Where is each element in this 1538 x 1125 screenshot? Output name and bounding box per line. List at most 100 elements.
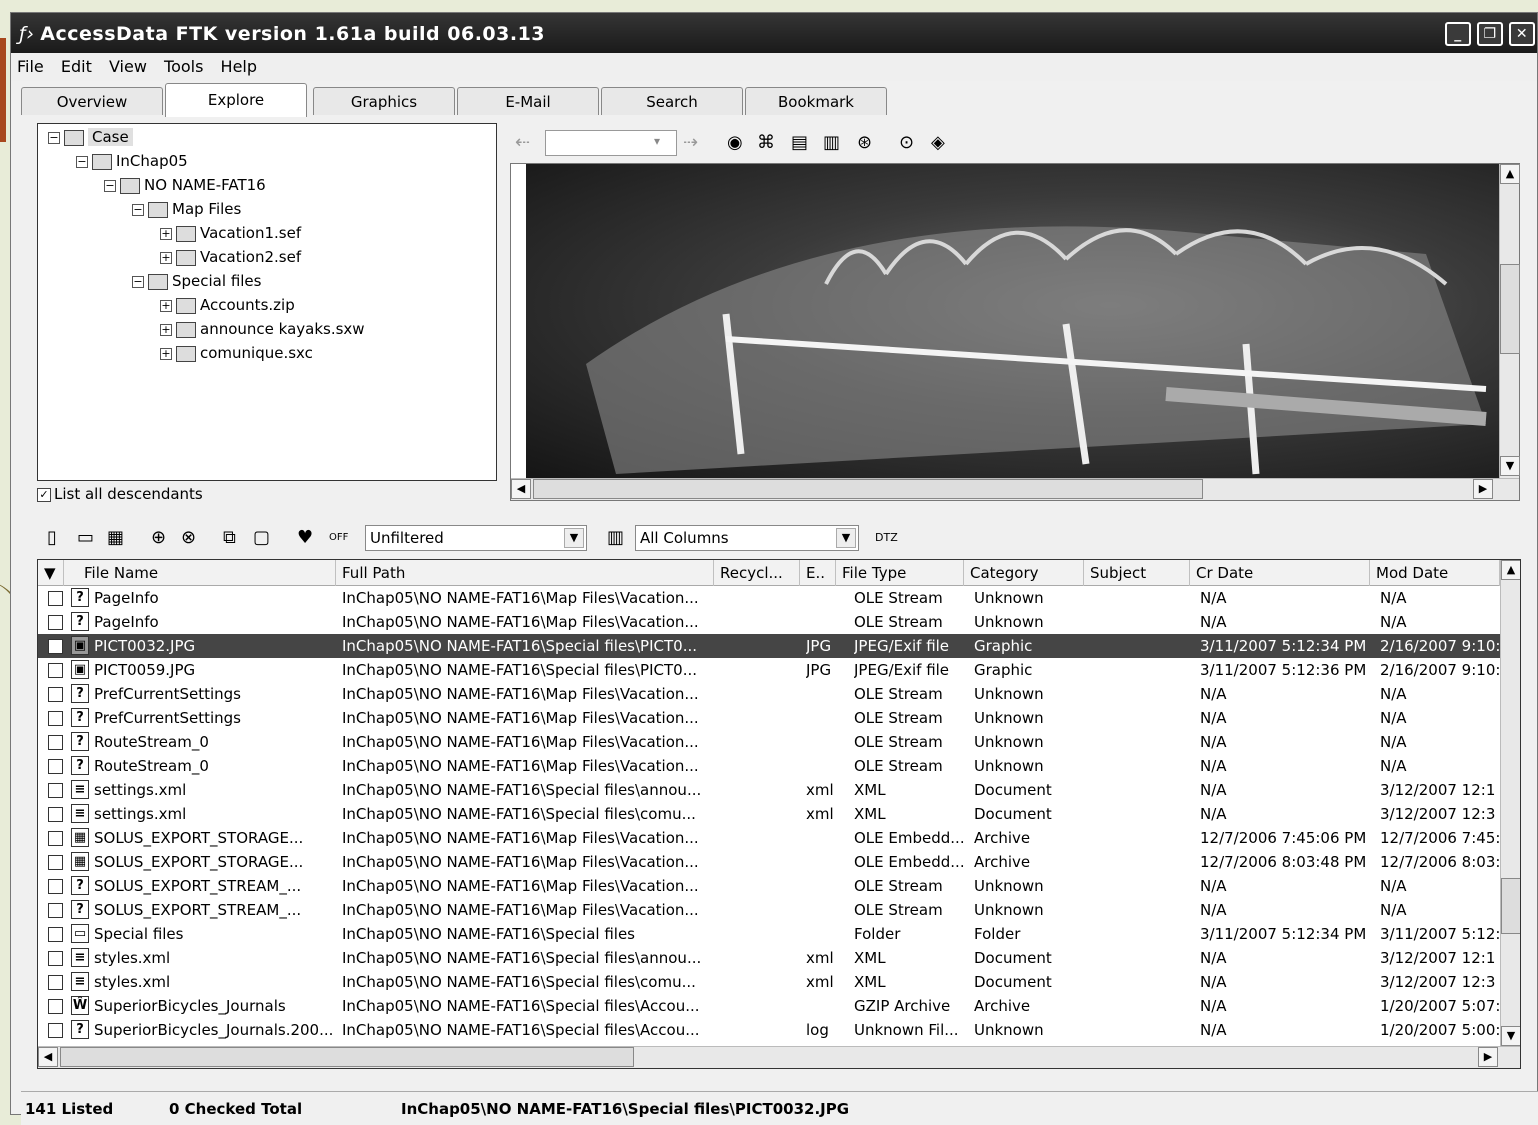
menu-help[interactable]: Help: [215, 53, 263, 76]
expand-icon[interactable]: +: [160, 323, 172, 336]
scroll-up-icon[interactable]: ▲: [1501, 560, 1520, 580]
binoculars-icon[interactable]: ◉: [727, 130, 743, 156]
table-row[interactable]: ≡ styles.xml InChap05\NO NAME-FAT16\Specia…: [38, 946, 1500, 970]
expand-icon[interactable]: +: [160, 227, 172, 240]
tree-node[interactable]: − Special files: [132, 270, 261, 292]
scroll-down-icon[interactable]: ▼: [1500, 456, 1520, 476]
scroll-up-icon[interactable]: ▲: [1500, 164, 1520, 184]
scroll-thumb[interactable]: [1500, 264, 1520, 354]
col-header-file-type[interactable]: File Type: [836, 560, 964, 586]
row-checkbox[interactable]: [48, 1023, 63, 1038]
row-checkbox[interactable]: [48, 879, 63, 894]
tree-node[interactable]: + comunique.sxc: [160, 342, 313, 364]
collapse-icon[interactable]: −: [132, 203, 144, 216]
table-row[interactable]: ? SuperiorBicycles_Journals.200... InChap0…: [38, 1018, 1500, 1042]
tree-node[interactable]: + Vacation1.sef: [160, 222, 301, 244]
table-row[interactable]: ≡ styles.xml InChap05\NO NAME-FAT16\Specia…: [38, 970, 1500, 994]
row-checkbox[interactable]: [48, 663, 63, 678]
column-settings-icon[interactable]: ▥: [607, 525, 624, 551]
check-all-icon[interactable]: ⊕: [151, 525, 166, 551]
row-checkbox[interactable]: [48, 903, 63, 918]
row-checkbox[interactable]: [48, 687, 63, 702]
collapse-icon[interactable]: −: [76, 155, 88, 168]
tree-node[interactable]: − Map Files: [132, 198, 241, 220]
dtz-label[interactable]: DTZ: [875, 525, 898, 551]
filter-icon[interactable]: ♥: [297, 525, 313, 551]
scroll-down-icon[interactable]: ▼: [1501, 1026, 1520, 1046]
row-checkbox[interactable]: [48, 735, 63, 750]
chevron-down-icon[interactable]: ▼: [836, 528, 856, 548]
tree-node-label[interactable]: Vacation2.sef: [200, 248, 301, 266]
list-view-medium-icon[interactable]: ▭: [77, 525, 94, 551]
table-row[interactable]: ▦ SOLUS_EXPORT_STORAGE... InChap05\NO NAME…: [38, 826, 1500, 850]
tree-node-label[interactable]: Map Files: [172, 200, 241, 218]
list-view-large-icon[interactable]: ▦: [107, 525, 124, 551]
forward-icon[interactable]: ⇢: [683, 130, 698, 156]
viewer-history-combo[interactable]: ▾: [545, 130, 677, 156]
row-checkbox[interactable]: [48, 975, 63, 990]
export-icon[interactable]: ▢: [253, 525, 270, 551]
tree-node[interactable]: − InChap05: [76, 150, 188, 172]
tree-node[interactable]: − Case: [48, 126, 133, 148]
text-view-icon[interactable]: ▤: [791, 130, 808, 156]
table-row[interactable]: ≡ settings.xml InChap05\NO NAME-FAT16\Spec…: [38, 802, 1500, 826]
columns-select[interactable]: All Columns ▼: [635, 525, 859, 551]
scroll-thumb[interactable]: [1501, 878, 1520, 934]
table-row[interactable]: ? SOLUS_EXPORT_STREAM_... InChap05\NO NAME…: [38, 874, 1500, 898]
checkbox-check-icon[interactable]: ✓: [37, 487, 51, 502]
table-row[interactable]: ▣ PICT0059.JPG InChap05\NO NAME-FAT16\Spec…: [38, 658, 1500, 682]
col-header-full-path[interactable]: Full Path: [336, 560, 714, 586]
scroll-left-icon[interactable]: ◀: [38, 1047, 58, 1067]
uncheck-all-icon[interactable]: ⊗: [181, 525, 196, 551]
row-checkbox[interactable]: [48, 855, 63, 870]
viewer-vertical-scrollbar[interactable]: ▲ ▼: [1499, 164, 1520, 478]
back-icon[interactable]: ⇠: [515, 130, 530, 156]
viewer-horizontal-scrollbar[interactable]: ◀ ▶: [511, 478, 1519, 500]
tree-node[interactable]: + Accounts.zip: [160, 294, 295, 316]
tree-node-label[interactable]: Accounts.zip: [200, 296, 295, 314]
col-header-ext[interactable]: E..: [800, 560, 836, 586]
table-row[interactable]: ? PrefCurrentSettings InChap05\NO NAME-FAT…: [38, 706, 1500, 730]
row-checkbox[interactable]: [48, 927, 63, 942]
table-row[interactable]: ? SOLUS_EXPORT_STREAM_... InChap05\NO NAME…: [38, 898, 1500, 922]
expand-icon[interactable]: +: [160, 299, 172, 312]
menu-file[interactable]: File: [11, 53, 50, 76]
scroll-right-icon[interactable]: ▶: [1473, 479, 1493, 499]
grid-horizontal-scrollbar[interactable]: ◀ ▶: [38, 1046, 1520, 1068]
native-view-icon[interactable]: ◈: [931, 130, 945, 156]
table-row[interactable]: ▦ SOLUS_EXPORT_STORAGE... InChap05\NO NAME…: [38, 850, 1500, 874]
table-row[interactable]: ? RouteStream_0 InChap05\NO NAME-FAT16\Map…: [38, 730, 1500, 754]
close-icon[interactable]: ✕: [1509, 22, 1535, 46]
tree-node[interactable]: − NO NAME-FAT16: [104, 174, 266, 196]
tree-node-label[interactable]: Vacation1.sef: [200, 224, 301, 242]
col-header-cr-date[interactable]: Cr Date: [1190, 560, 1370, 586]
tree-node-label[interactable]: NO NAME-FAT16: [144, 176, 266, 194]
tab-email[interactable]: E-Mail: [457, 87, 599, 115]
table-row[interactable]: Ŵ SuperiorBicycles_Journals InChap05\NO NA…: [38, 994, 1500, 1018]
filter-select[interactable]: Unfiltered ▼: [365, 525, 587, 551]
table-row[interactable]: ? PageInfo InChap05\NO NAME-FAT16\Map File…: [38, 610, 1500, 634]
table-row[interactable]: ▭ Special files InChap05\NO NAME-FAT16\Spe…: [38, 922, 1500, 946]
filtered-view-icon[interactable]: ⊛: [857, 130, 872, 156]
scroll-left-icon[interactable]: ◀: [511, 479, 531, 499]
row-checkbox[interactable]: [48, 615, 63, 630]
row-checkbox[interactable]: [48, 639, 63, 654]
list-view-small-icon[interactable]: ▯: [47, 525, 57, 551]
tab-bookmark[interactable]: Bookmark: [745, 87, 887, 115]
tree-node-label[interactable]: InChap05: [116, 152, 188, 170]
minimize-icon[interactable]: _: [1445, 22, 1471, 46]
table-row[interactable]: ? RouteStream_0 InChap05\NO NAME-FAT16\Map…: [38, 754, 1500, 778]
tree-node[interactable]: + announce kayaks.sxw: [160, 318, 365, 340]
tab-overview[interactable]: Overview: [21, 87, 163, 115]
hex-view-icon[interactable]: ▥: [823, 130, 840, 156]
scroll-thumb[interactable]: [60, 1047, 634, 1067]
col-header-recycle[interactable]: Recycl...: [714, 560, 800, 586]
row-checkbox[interactable]: [48, 807, 63, 822]
menu-tools[interactable]: Tools: [158, 53, 209, 76]
menu-view[interactable]: View: [103, 53, 153, 76]
table-row[interactable]: ≡ settings.xml InChap05\NO NAME-FAT16\Spec…: [38, 778, 1500, 802]
find-next-icon[interactable]: ⌘: [757, 130, 775, 156]
grid-vertical-scrollbar[interactable]: ▲ ▼: [1500, 560, 1520, 1048]
tree-node-label[interactable]: Special files: [172, 272, 261, 290]
collapse-icon[interactable]: −: [132, 275, 144, 288]
